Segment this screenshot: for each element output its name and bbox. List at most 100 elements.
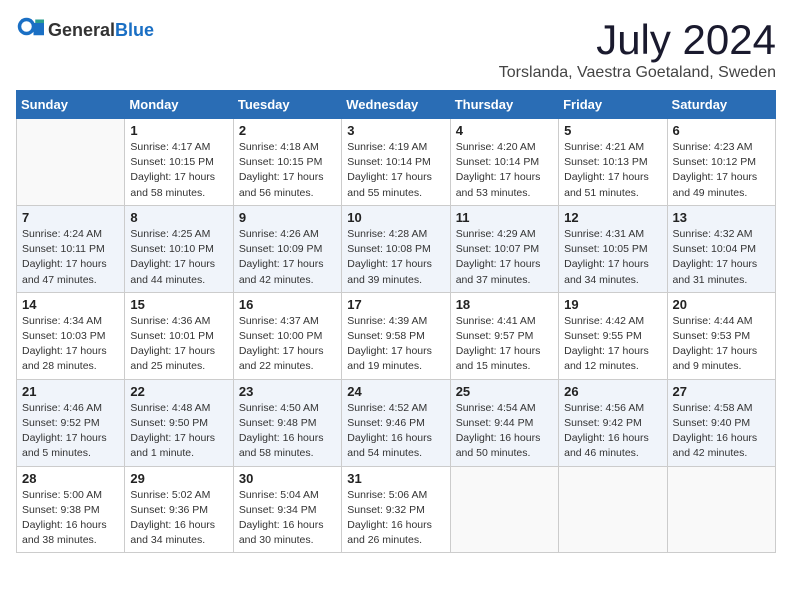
calendar-cell: 9Sunrise: 4:26 AM Sunset: 10:09 PM Dayli… [233,205,341,292]
calendar-cell: 24Sunrise: 4:52 AM Sunset: 9:46 PM Dayli… [342,379,450,466]
day-number: 21 [22,384,119,399]
calendar-table: SundayMondayTuesdayWednesdayThursdayFrid… [16,90,776,553]
day-of-week-header: Tuesday [233,91,341,119]
day-info: Sunrise: 4:26 AM Sunset: 10:09 PM Daylig… [239,227,336,288]
day-info: Sunrise: 4:54 AM Sunset: 9:44 PM Dayligh… [456,401,553,462]
calendar-cell: 7 Sunrise: 4:24 AM Sunset: 10:11 PM Dayli… [17,205,125,292]
day-info: Sunrise: 4:58 AM Sunset: 9:40 PM Dayligh… [673,401,770,462]
day-number: 6 [673,123,770,138]
title-block: July 2024 Torslanda, Vaestra Goetaland, … [499,16,776,82]
day-number: 24 [347,384,444,399]
day-info: Sunrise: 4:20 AM Sunset: 10:14 PM Daylig… [456,140,553,201]
day-number: 18 [456,297,553,312]
calendar-cell [667,466,775,553]
calendar-cell: 16Sunrise: 4:37 AM Sunset: 10:00 PM Dayl… [233,292,341,379]
day-info: Sunrise: 4:44 AM Sunset: 9:53 PM Dayligh… [673,314,770,375]
calendar-cell: 13 Sunrise: 4:32 AM Sunset: 10:04 PM Dayl… [667,205,775,292]
day-of-week-header: Sunday [17,91,125,119]
calendar-cell: 3 Sunrise: 4:19 AM Sunset: 10:14 PM Dayli… [342,119,450,206]
calendar-cell [450,466,558,553]
day-number: 16 [239,297,336,312]
day-number: 29 [130,471,227,486]
calendar-cell: 2Sunrise: 4:18 AM Sunset: 10:15 PM Dayli… [233,119,341,206]
day-of-week-header: Saturday [667,91,775,119]
day-number: 15 [130,297,227,312]
day-of-week-header: Monday [125,91,233,119]
calendar-week-row: 7 Sunrise: 4:24 AM Sunset: 10:11 PM Dayli… [17,205,776,292]
day-info: Sunrise: 5:04 AM Sunset: 9:34 PM Dayligh… [239,488,336,549]
day-info: Sunrise: 4:29 AM Sunset: 10:07 PM Daylig… [456,227,553,288]
calendar-header-row: SundayMondayTuesdayWednesdayThursdayFrid… [17,91,776,119]
day-number: 27 [673,384,770,399]
day-number: 4 [456,123,553,138]
calendar-cell: 26Sunrise: 4:56 AM Sunset: 9:42 PM Dayli… [559,379,667,466]
month-title: July 2024 [499,16,776,64]
calendar-cell: 28 Sunrise: 5:00 AM Sunset: 9:38 PM Dayli… [17,466,125,553]
calendar-cell: 6 Sunrise: 4:23 AM Sunset: 10:12 PM Dayli… [667,119,775,206]
day-info: Sunrise: 4:21 AM Sunset: 10:13 PM Daylig… [564,140,661,201]
day-number: 5 [564,123,661,138]
calendar-cell: 31 Sunrise: 5:06 AM Sunset: 9:32 PM Dayli… [342,466,450,553]
day-info: Sunrise: 4:17 AM Sunset: 10:15 PM Daylig… [130,140,227,201]
day-number: 13 [673,210,770,225]
calendar-cell: 4 Sunrise: 4:20 AM Sunset: 10:14 PM Dayli… [450,119,558,206]
calendar-cell: 27 Sunrise: 4:58 AM Sunset: 9:40 PM Dayli… [667,379,775,466]
day-number: 11 [456,210,553,225]
calendar-cell: 8 Sunrise: 4:25 AM Sunset: 10:10 PM Dayli… [125,205,233,292]
day-info: Sunrise: 5:02 AM Sunset: 9:36 PM Dayligh… [130,488,227,549]
day-info: Sunrise: 4:36 AM Sunset: 10:01 PM Daylig… [130,314,227,375]
calendar-cell: 19Sunrise: 4:42 AM Sunset: 9:55 PM Dayli… [559,292,667,379]
day-info: Sunrise: 4:19 AM Sunset: 10:14 PM Daylig… [347,140,444,201]
day-info: Sunrise: 4:48 AM Sunset: 9:50 PM Dayligh… [130,401,227,462]
day-info: Sunrise: 4:23 AM Sunset: 10:12 PM Daylig… [673,140,770,201]
calendar-cell: 5 Sunrise: 4:21 AM Sunset: 10:13 PM Dayli… [559,119,667,206]
calendar-week-row: 14 Sunrise: 4:34 AM Sunset: 10:03 PM Dayl… [17,292,776,379]
day-number: 28 [22,471,119,486]
calendar-cell: 22 Sunrise: 4:48 AM Sunset: 9:50 PM Dayli… [125,379,233,466]
calendar-cell: 12 Sunrise: 4:31 AM Sunset: 10:05 PM Dayl… [559,205,667,292]
day-info: Sunrise: 4:18 AM Sunset: 10:15 PM Daylig… [239,140,336,201]
location-subtitle: Torslanda, Vaestra Goetaland, Sweden [499,64,776,82]
day-number: 23 [239,384,336,399]
calendar-cell: 25 Sunrise: 4:54 AM Sunset: 9:44 PM Dayli… [450,379,558,466]
day-number: 17 [347,297,444,312]
day-number: 22 [130,384,227,399]
day-info: Sunrise: 4:32 AM Sunset: 10:04 PM Daylig… [673,227,770,288]
day-number: 1 [130,123,227,138]
day-info: Sunrise: 5:06 AM Sunset: 9:32 PM Dayligh… [347,488,444,549]
day-number: 25 [456,384,553,399]
day-of-week-header: Thursday [450,91,558,119]
calendar-cell: 30 Sunrise: 5:04 AM Sunset: 9:34 PM Dayli… [233,466,341,553]
day-info: Sunrise: 4:50 AM Sunset: 9:48 PM Dayligh… [239,401,336,462]
calendar-cell: 20Sunrise: 4:44 AM Sunset: 9:53 PM Dayli… [667,292,775,379]
day-number: 12 [564,210,661,225]
logo-icon [16,16,44,44]
day-number: 31 [347,471,444,486]
calendar-cell: 18Sunrise: 4:41 AM Sunset: 9:57 PM Dayli… [450,292,558,379]
logo-text-general: General [48,20,115,40]
day-number: 14 [22,297,119,312]
day-info: Sunrise: 4:31 AM Sunset: 10:05 PM Daylig… [564,227,661,288]
calendar-cell: 29 Sunrise: 5:02 AM Sunset: 9:36 PM Dayli… [125,466,233,553]
day-info: Sunrise: 4:25 AM Sunset: 10:10 PM Daylig… [130,227,227,288]
day-info: Sunrise: 4:24 AM Sunset: 10:11 PM Daylig… [22,227,119,288]
calendar-cell [17,119,125,206]
logo-text-blue: Blue [115,20,154,40]
logo: GeneralBlue [16,16,154,44]
day-info: Sunrise: 4:56 AM Sunset: 9:42 PM Dayligh… [564,401,661,462]
day-info: Sunrise: 4:39 AM Sunset: 9:58 PM Dayligh… [347,314,444,375]
calendar-cell: 14 Sunrise: 4:34 AM Sunset: 10:03 PM Dayl… [17,292,125,379]
day-number: 30 [239,471,336,486]
page-header: GeneralBlue July 2024 Torslanda, Vaestra… [16,16,776,82]
day-info: Sunrise: 4:42 AM Sunset: 9:55 PM Dayligh… [564,314,661,375]
calendar-cell: 15 Sunrise: 4:36 AM Sunset: 10:01 PM Dayl… [125,292,233,379]
calendar-cell: 1 Sunrise: 4:17 AM Sunset: 10:15 PM Dayli… [125,119,233,206]
day-number: 7 [22,210,119,225]
day-number: 8 [130,210,227,225]
calendar-cell: 17 Sunrise: 4:39 AM Sunset: 9:58 PM Dayli… [342,292,450,379]
day-of-week-header: Wednesday [342,91,450,119]
calendar-cell: 10Sunrise: 4:28 AM Sunset: 10:08 PM Dayl… [342,205,450,292]
day-number: 3 [347,123,444,138]
day-info: Sunrise: 5:00 AM Sunset: 9:38 PM Dayligh… [22,488,119,549]
day-info: Sunrise: 4:34 AM Sunset: 10:03 PM Daylig… [22,314,119,375]
